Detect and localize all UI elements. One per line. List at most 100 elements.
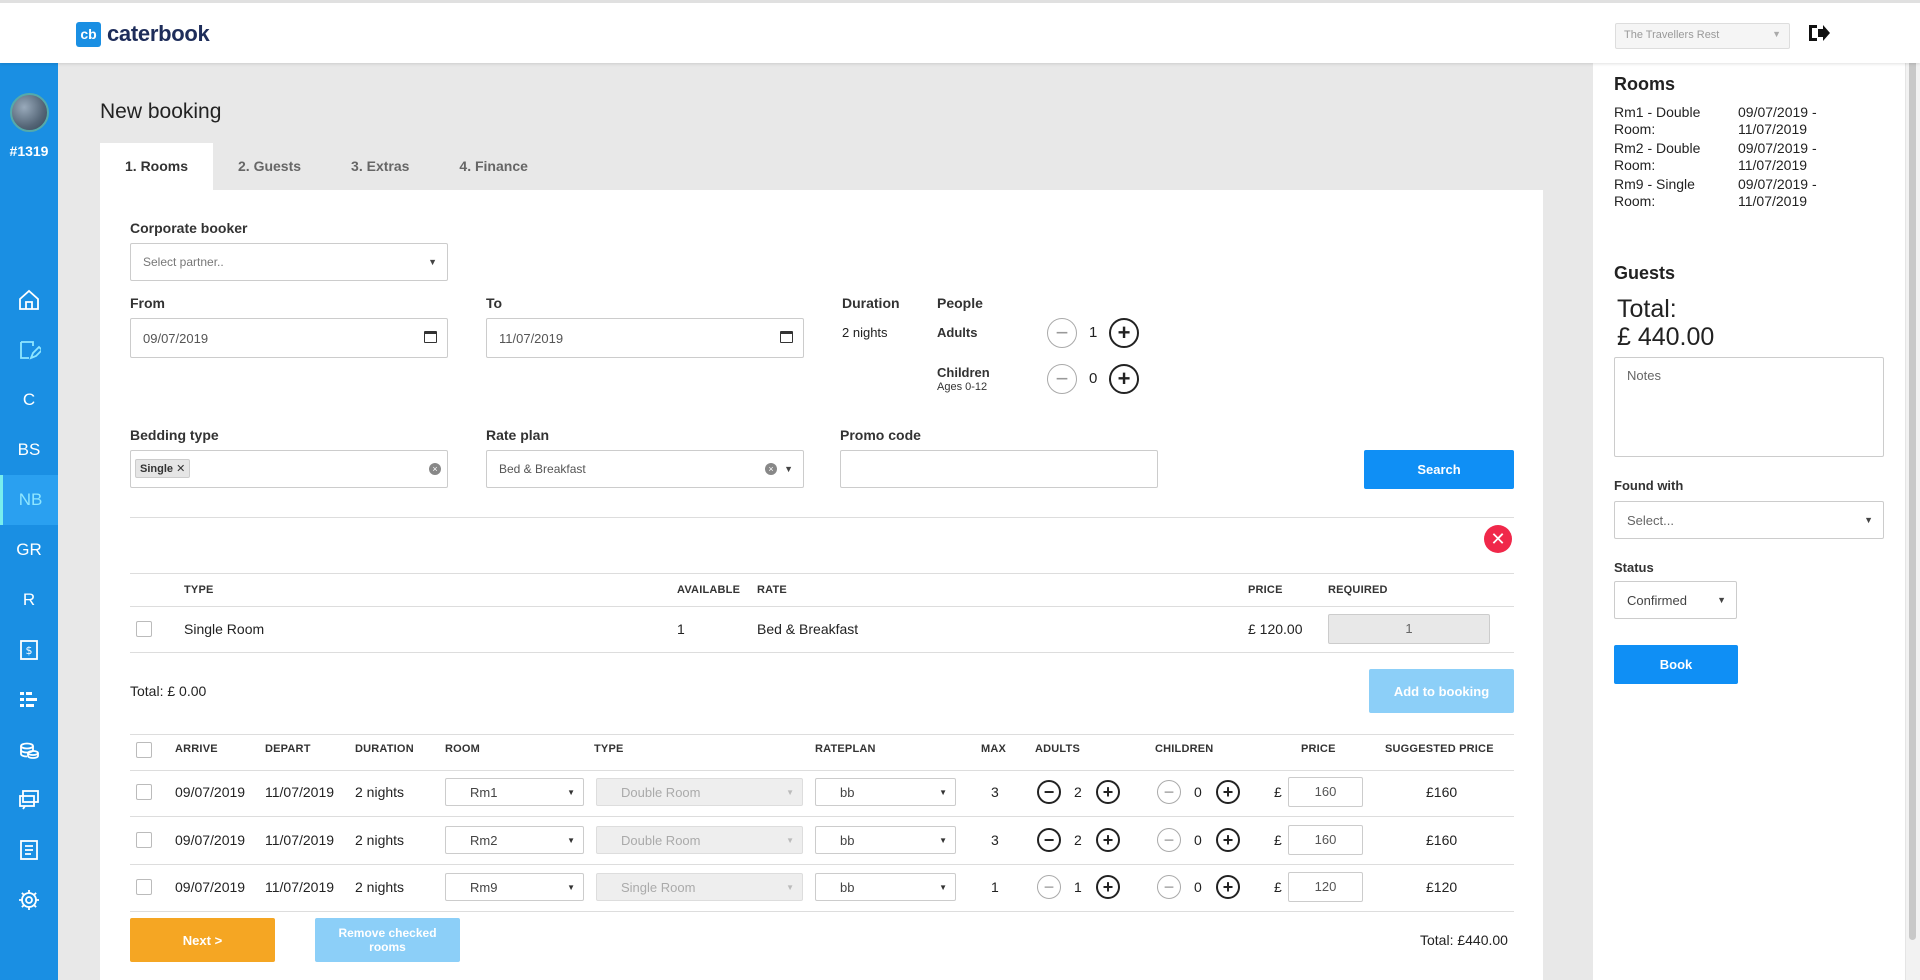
chevron-down-icon: ▼ <box>428 257 437 267</box>
sidebar-item-nb[interactable]: NB <box>0 475 58 525</box>
price-input[interactable]: 120 <box>1288 872 1363 902</box>
rateplan-select[interactable]: bb ▼ <box>815 778 956 806</box>
depart-date: 11/07/2019 <box>265 879 335 895</box>
clear-icon[interactable]: × <box>429 463 441 475</box>
tab-rooms[interactable]: 1. Rooms <box>100 143 214 190</box>
children-increment-button[interactable]: + <box>1216 780 1240 804</box>
next-button[interactable]: Next > <box>130 918 275 962</box>
rooms-card <box>100 190 1543 980</box>
corporate-booker-label: Corporate booker <box>130 220 248 236</box>
children-increment-button[interactable]: + <box>1109 364 1139 394</box>
from-date-input[interactable]: 09/07/2019 <box>130 318 448 358</box>
sidebar-item-coins[interactable] <box>0 725 58 775</box>
close-results-icon[interactable]: ✕ <box>1484 525 1512 553</box>
column-header-duration: DURATION <box>355 743 414 755</box>
children-count: 0 <box>1194 784 1202 800</box>
tab-finance[interactable]: 4. Finance <box>434 143 552 190</box>
to-date-input[interactable]: 11/07/2019 <box>486 318 804 358</box>
clear-icon[interactable]: × <box>765 463 777 475</box>
children-increment-button[interactable]: + <box>1216 875 1240 899</box>
scrollbar-thumb[interactable] <box>1909 40 1916 940</box>
row-checkbox[interactable] <box>136 879 152 895</box>
children-decrement-button[interactable]: − <box>1047 364 1077 394</box>
adults-increment-button[interactable]: + <box>1109 318 1139 348</box>
svg-text:$: $ <box>26 644 33 657</box>
adults-increment-button[interactable]: + <box>1096 828 1120 852</box>
children-decrement-button[interactable]: − <box>1157 828 1181 852</box>
status-select[interactable]: Confirmed ▼ <box>1614 581 1737 619</box>
tab-guests[interactable]: 2. Guests <box>213 143 326 190</box>
sidebar-item-home[interactable] <box>0 275 58 325</box>
sidebar-item-gantt[interactable] <box>0 675 58 725</box>
adults-increment-button[interactable]: + <box>1096 780 1120 804</box>
price-input[interactable]: 160 <box>1288 777 1363 807</box>
room-select[interactable]: Rm1 ▼ <box>445 778 584 806</box>
column-header-available: AVAILABLE <box>677 584 741 596</box>
sidebar-item-gr[interactable]: GR <box>0 525 58 575</box>
room-select[interactable]: Rm9 ▼ <box>445 873 584 901</box>
row-checkbox[interactable] <box>136 621 152 637</box>
price-input[interactable]: 160 <box>1288 825 1363 855</box>
remove-checked-rooms-button[interactable]: Remove checked rooms <box>315 918 460 962</box>
venue-select-value: The Travellers Rest <box>1624 29 1720 41</box>
column-header-required: REQUIRED <box>1328 584 1388 596</box>
sidebar-item-bs[interactable]: BS <box>0 425 58 475</box>
sidebar-item-edit[interactable] <box>0 325 58 375</box>
sidebar-item-r[interactable]: R <box>0 575 58 625</box>
depart-date: 11/07/2019 <box>265 784 335 800</box>
duration: 2 nights <box>355 832 405 848</box>
sidebar-item-settings[interactable] <box>0 875 58 925</box>
column-header-suggested-price: SUGGESTED PRICE <box>1385 743 1494 755</box>
summary-room-dates: 09/07/2019 - 11/07/2019 <box>1738 176 1817 209</box>
select-all-checkbox[interactable] <box>136 742 152 758</box>
children-increment-button[interactable]: + <box>1216 828 1240 852</box>
book-button[interactable]: Book <box>1614 645 1738 684</box>
divider <box>130 734 1514 735</box>
room-select[interactable]: Rm2 ▼ <box>445 826 584 854</box>
column-header-room: ROOM <box>445 743 481 755</box>
tab-extras[interactable]: 3. Extras <box>326 143 434 190</box>
available-count: 1 <box>677 621 685 637</box>
children-decrement-button[interactable]: − <box>1157 875 1181 899</box>
row-checkbox[interactable] <box>136 784 152 800</box>
suggested-price: £120 <box>1426 879 1458 895</box>
chevron-down-icon: ▼ <box>939 882 947 892</box>
adults-decrement-button[interactable]: − <box>1037 875 1061 899</box>
sidebar: #1319 C BS NB GR R $ <box>0 63 58 980</box>
avatar[interactable] <box>10 93 49 132</box>
adults-decrement-button[interactable]: − <box>1037 780 1061 804</box>
search-button[interactable]: Search <box>1364 450 1514 489</box>
row-checkbox[interactable] <box>136 832 152 848</box>
bedding-type-select[interactable]: Single ✕ × <box>130 450 448 488</box>
caterbook-logo[interactable]: cb caterbook <box>76 21 210 47</box>
required-input[interactable]: 1 <box>1328 614 1490 644</box>
children-decrement-button[interactable]: − <box>1157 780 1181 804</box>
found-with-select[interactable]: Select... ▼ <box>1614 501 1884 539</box>
type-select-value: Double Room <box>621 832 701 848</box>
column-header-children: CHILDREN <box>1155 743 1214 755</box>
rate-plan-select[interactable]: Bed & Breakfast × ▼ <box>486 450 804 488</box>
notes-textarea[interactable]: Notes <box>1614 357 1884 457</box>
sidebar-item-messages[interactable] <box>0 775 58 825</box>
adults-decrement-button[interactable]: − <box>1047 318 1077 348</box>
adults-decrement-button[interactable]: − <box>1037 828 1061 852</box>
bedding-tag-single: Single ✕ <box>135 459 191 478</box>
calendar-icon[interactable] <box>780 331 793 343</box>
tag-remove-icon[interactable]: ✕ <box>176 463 185 475</box>
rateplan-select[interactable]: bb ▼ <box>815 873 956 901</box>
add-to-booking-button[interactable]: Add to booking <box>1369 669 1514 713</box>
sidebar-item-label: R <box>22 590 36 609</box>
sidebar-item-invoice[interactable]: $ <box>0 625 58 675</box>
chevron-down-icon: ▼ <box>567 787 575 797</box>
corporate-booker-select[interactable]: Select partner.. ▼ <box>130 243 448 281</box>
calendar-icon[interactable] <box>424 331 437 343</box>
sign-out-icon[interactable] <box>1806 21 1832 47</box>
rateplan-select[interactable]: bb ▼ <box>815 826 956 854</box>
venue-select[interactable]: The Travellers Rest ▼ <box>1615 23 1790 49</box>
children-count: 0 <box>1194 832 1202 848</box>
sidebar-item-document[interactable] <box>0 825 58 875</box>
adults-increment-button[interactable]: + <box>1096 875 1120 899</box>
sidebar-item-c[interactable]: C <box>0 375 58 425</box>
column-header-price: PRICE <box>1301 743 1336 755</box>
promo-code-input[interactable] <box>840 450 1158 488</box>
